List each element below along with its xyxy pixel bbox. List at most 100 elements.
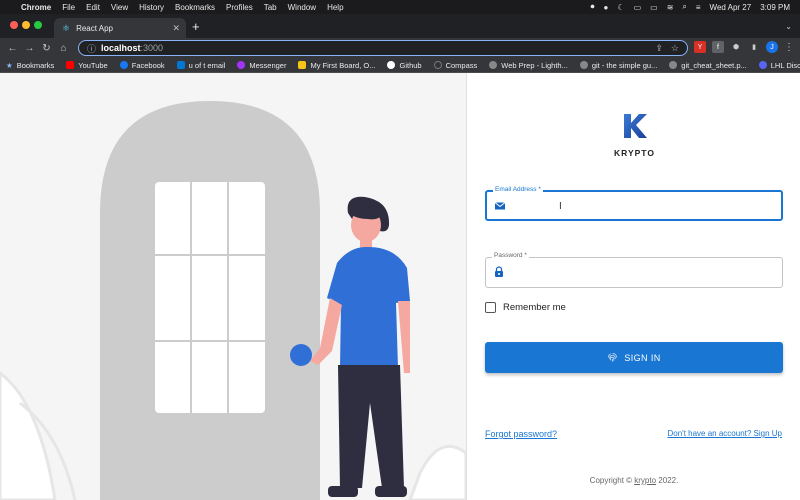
address-bar[interactable]: ⓘ localhost :3000 ⇪ ☆ <box>78 40 688 56</box>
bookmark-label: Facebook <box>131 60 165 70</box>
close-tab-icon[interactable]: ✕ <box>172 23 180 34</box>
copyright-prefix: Copyright © <box>589 476 633 485</box>
discord-icon <box>758 61 767 69</box>
bookmark-item[interactable]: u of t email <box>176 60 226 70</box>
reload-icon[interactable]: ↻ <box>38 43 55 54</box>
email-field[interactable]: Email Address * I <box>485 186 783 221</box>
globe-icon <box>579 61 588 69</box>
krypto-link[interactable]: krypto <box>634 476 656 485</box>
url-port: :3000 <box>140 43 164 53</box>
bookmark-label: u of t email <box>188 60 226 70</box>
extension-icon[interactable]: f <box>712 41 724 53</box>
password-input[interactable] <box>510 262 770 282</box>
password-field[interactable]: Password * <box>485 252 783 288</box>
control-center-icon[interactable]: ≡ <box>696 3 701 12</box>
time-label: 3:09 PM <box>760 2 790 12</box>
brand-name: KRYPTO <box>614 148 655 158</box>
info-icon[interactable]: ⓘ <box>87 42 96 55</box>
menu-profiles[interactable]: Profiles <box>226 3 253 12</box>
sign-in-label: SIGN IN <box>624 352 661 363</box>
date-label: Wed Apr 27 <box>709 2 752 12</box>
login-pane: KRYPTO Email Address * I Password * Reme… <box>466 73 800 500</box>
more-icon[interactable]: ⋮ <box>784 42 794 53</box>
star-icon[interactable]: ☆ <box>671 43 679 54</box>
home-icon[interactable]: ⌂ <box>55 43 72 54</box>
board-icon <box>298 61 307 69</box>
app-menu-chrome[interactable]: Chrome <box>21 3 51 12</box>
bookmark-item[interactable]: Github <box>387 60 422 70</box>
bookmark-item[interactable]: Compass <box>433 60 478 70</box>
battery-icon[interactable]: ▭ <box>650 3 658 12</box>
bookmark-item[interactable]: Messenger <box>237 61 286 70</box>
record-icon[interactable]: ⏺ <box>591 2 595 12</box>
copyright-year: 2022. <box>658 476 679 485</box>
globe-icon <box>669 61 678 69</box>
status-icon[interactable]: ● <box>604 3 609 12</box>
bookmark-label: Messenger <box>249 60 287 70</box>
password-label: Password * <box>492 252 529 259</box>
puzzle-icon[interactable]: ⬢ <box>730 41 742 53</box>
fingerprint-icon <box>608 352 618 362</box>
bookmark-label: YouTube <box>78 60 108 70</box>
sign-in-button[interactable]: SIGN IN <box>485 342 783 373</box>
menu-window[interactable]: Window <box>288 3 316 12</box>
checkbox-icon[interactable] <box>485 302 496 313</box>
tab-react-app[interactable]: ⚛ React App ✕ <box>54 18 186 38</box>
bookmark-item[interactable]: My First Board, O... <box>298 61 375 70</box>
display-icon[interactable]: ▭ <box>634 3 642 12</box>
minimize-window-button[interactable] <box>22 21 30 29</box>
bookmark-item[interactable]: Web Prep - Lighth... <box>489 61 568 70</box>
email-input[interactable] <box>511 196 771 216</box>
person-at-door-illustration <box>0 101 466 500</box>
bookmark-label: Compass <box>445 60 478 70</box>
outlook-icon <box>176 61 185 69</box>
bookmark-label: Github <box>399 60 422 70</box>
bookmark-label: Web Prep - Lighth... <box>501 60 568 70</box>
close-window-button[interactable] <box>10 21 18 29</box>
bookmark-item[interactable]: Facebook <box>119 60 165 70</box>
profile-avatar[interactable]: J <box>766 41 778 53</box>
bookmark-label: Bookmarks <box>16 60 55 70</box>
macos-menu-bar: Chrome File Edit View History Bookmarks … <box>0 0 800 14</box>
bookmark-item[interactable]: git - the simple gu... <box>579 61 657 70</box>
menu-help[interactable]: Help <box>327 3 343 12</box>
menu-edit[interactable]: Edit <box>86 3 100 12</box>
tab-title: React App <box>76 23 113 33</box>
menu-bookmarks[interactable]: Bookmarks <box>175 3 215 12</box>
extension-icon[interactable]: Y <box>694 41 706 53</box>
menu-file[interactable]: File <box>62 3 75 12</box>
bookmark-label: LHL Discord <box>770 60 800 70</box>
bookmark-item[interactable]: ★ Bookmarks <box>6 61 54 70</box>
star-icon: ★ <box>6 60 13 70</box>
forgot-password-link[interactable]: Forgot password? <box>485 429 557 439</box>
lock-icon <box>495 266 503 277</box>
youtube-icon <box>66 61 75 69</box>
bookmark-item[interactable]: LHL Discord <box>758 60 800 70</box>
messenger-icon <box>237 61 246 69</box>
copyright-footer: Copyright © krypto 2022. <box>467 476 800 485</box>
wifi-icon[interactable]: ≋ <box>667 3 674 12</box>
back-icon[interactable]: ← <box>4 43 21 54</box>
remember-me-checkbox[interactable]: Remember me <box>485 302 566 313</box>
search-icon[interactable]: ⌕ <box>682 2 686 12</box>
bookmark-item[interactable]: YouTube <box>66 60 108 70</box>
forward-icon[interactable]: → <box>21 43 38 54</box>
facebook-icon <box>119 61 128 69</box>
tab-search-icon[interactable]: ⌄ <box>785 22 792 31</box>
moon-icon[interactable]: ☾ <box>617 3 624 12</box>
browser-toolbar: ← → ↻ ⌂ ⓘ localhost :3000 ⇪ ☆ Y f ⬢ ▮ J … <box>0 38 800 58</box>
new-tab-button[interactable]: + <box>192 19 200 34</box>
globe-icon <box>489 61 498 69</box>
k-logo-icon <box>624 114 647 138</box>
side-panel-icon[interactable]: ▮ <box>748 41 760 53</box>
sign-up-link[interactable]: Don't have an account? Sign Up <box>668 429 783 438</box>
share-icon[interactable]: ⇪ <box>655 43 663 54</box>
bookmark-item[interactable]: git_cheat_sheet.p... <box>669 61 747 70</box>
github-icon <box>387 61 396 69</box>
illustration-pane <box>0 73 466 500</box>
menu-history[interactable]: History <box>139 3 164 12</box>
menu-tab[interactable]: Tab <box>264 3 277 12</box>
menu-view[interactable]: View <box>111 3 128 12</box>
zoom-window-button[interactable] <box>34 21 42 29</box>
compass-icon <box>433 61 442 69</box>
